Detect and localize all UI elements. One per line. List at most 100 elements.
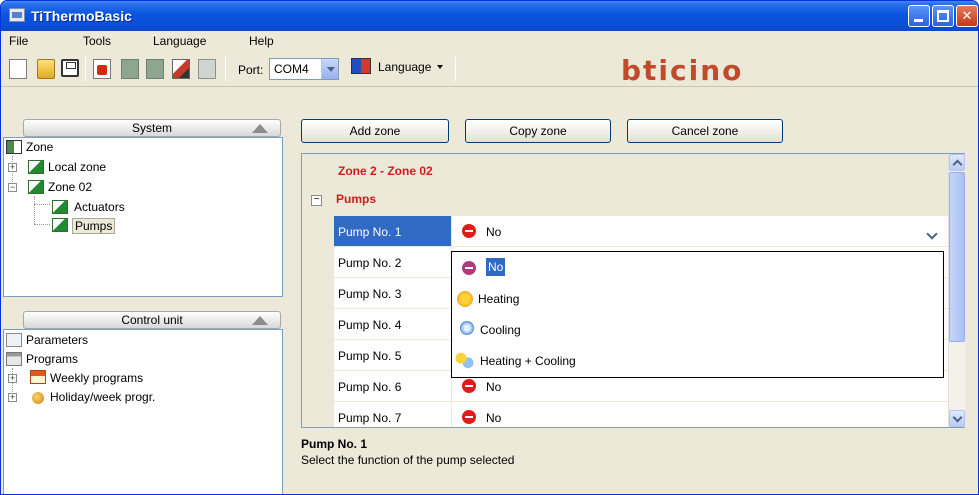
pump-name[interactable]: Pump No. 2	[334, 247, 452, 277]
menu-bar: File Tools Language Help	[1, 31, 978, 51]
tree-label: Parameters	[26, 333, 89, 347]
receive-config-icon[interactable]	[146, 59, 164, 79]
send-config-icon[interactable]	[121, 59, 139, 79]
scroll-thumb[interactable]	[949, 172, 965, 342]
delete-config-icon[interactable]	[93, 59, 111, 79]
expand-icon[interactable]: +	[8, 374, 17, 383]
collapse-up-icon[interactable]	[252, 124, 268, 133]
no-function-icon	[462, 410, 476, 424]
title-bar[interactable]: TiThermoBasic ✕	[1, 1, 978, 31]
port-value: COM4	[274, 62, 309, 76]
no-function-icon	[462, 379, 476, 393]
toolbar-separator	[225, 57, 226, 81]
left-pane: System Zone + Local zone − Zone 02 Actua…	[1, 87, 283, 494]
chevron-down-icon[interactable]	[321, 59, 338, 79]
system-tree: Zone + Local zone − Zone 02 Actuators Pu…	[3, 137, 283, 297]
collapse-icon[interactable]: −	[8, 183, 17, 192]
dropdown-option-heating[interactable]: Heating	[452, 283, 943, 314]
heating-cooling-icon	[455, 351, 475, 369]
zone-icon	[6, 140, 22, 154]
add-zone-button[interactable]: Add zone	[301, 119, 449, 143]
scroll-down-icon[interactable]	[949, 410, 965, 427]
collapse-category-icon[interactable]: −	[311, 195, 322, 206]
close-icon: ✕	[961, 8, 973, 23]
pump-value[interactable]: No	[486, 411, 501, 425]
language-flag-icon	[351, 58, 371, 74]
pump-function-dropdown[interactable]: No Heating Cooling Heating + Cooling	[451, 251, 944, 378]
pump-value[interactable]: No	[486, 380, 501, 394]
control-unit-tree: Parameters Programs + Weekly programs + …	[3, 329, 283, 494]
parameters-icon	[6, 333, 22, 347]
copy-zone-button[interactable]: Copy zone	[465, 119, 611, 143]
report-icon[interactable]	[198, 59, 216, 79]
expand-icon[interactable]: +	[8, 163, 17, 172]
menu-help[interactable]: Help	[249, 34, 274, 48]
window-title: TiThermoBasic	[31, 8, 132, 24]
menu-file[interactable]: File	[9, 34, 28, 48]
control-panel-header[interactable]: Control unit	[23, 311, 281, 329]
language-arrow-icon[interactable]	[437, 65, 443, 69]
system-panel-header[interactable]: System	[23, 119, 281, 137]
erase-device-icon[interactable]	[172, 59, 190, 79]
menu-tools[interactable]: Tools	[83, 34, 111, 48]
menu-language[interactable]: Language	[153, 34, 206, 48]
system-header-label: System	[131, 121, 172, 135]
category-title: Pumps	[336, 192, 377, 206]
option-label: No	[486, 258, 506, 276]
actuator-icon	[52, 200, 68, 214]
tree-label: Programs	[26, 352, 79, 366]
collapse-up-icon[interactable]	[252, 316, 268, 325]
description-panel: Pump No. 1 Select the function of the pu…	[301, 431, 965, 494]
dropdown-option-no[interactable]: No	[452, 252, 943, 283]
no-function-icon	[462, 261, 476, 275]
app-icon	[9, 8, 25, 22]
control-header-label: Control unit	[121, 313, 183, 327]
table-row[interactable]: Pump No. 7 No	[334, 402, 948, 427]
minimize-icon	[914, 19, 923, 22]
maximize-button[interactable]	[932, 5, 954, 27]
new-file-icon[interactable]	[9, 59, 27, 79]
close-button[interactable]: ✕	[956, 5, 978, 27]
tree-line	[34, 196, 35, 224]
table-row[interactable]: Pump No. 1 No	[334, 216, 948, 247]
pump-name[interactable]: Pump No. 4	[334, 309, 452, 339]
expand-icon[interactable]: +	[8, 393, 17, 402]
language-dropdown[interactable]: Language	[378, 60, 431, 74]
vertical-scrollbar[interactable]	[948, 154, 965, 427]
pump-name[interactable]: Pump No. 6	[334, 371, 452, 401]
no-function-icon	[462, 224, 476, 238]
minimize-button[interactable]	[908, 5, 930, 27]
dropdown-option-cooling[interactable]: Cooling	[452, 314, 943, 345]
tree-label: Actuators	[74, 200, 125, 214]
heating-sun-icon	[457, 291, 473, 307]
pump-icon	[52, 218, 68, 232]
tree-label-selected: Pumps	[72, 218, 116, 234]
chevron-down-icon[interactable]	[924, 221, 942, 243]
toolbar-separator	[85, 57, 86, 81]
pump-name[interactable]: Pump No. 3	[334, 278, 452, 308]
tree-label: Local zone	[48, 160, 107, 174]
maximize-icon	[937, 10, 949, 22]
cancel-zone-button[interactable]: Cancel zone	[627, 119, 783, 143]
toolbar: Port: COM4 Language bticino	[1, 51, 978, 87]
toolbar-separator	[455, 57, 456, 81]
zone-title: Zone 2 - Zone 02	[338, 164, 433, 178]
pump-name[interactable]: Pump No. 7	[334, 402, 452, 427]
scroll-up-icon[interactable]	[949, 154, 965, 171]
pump-name[interactable]: Pump No. 5	[334, 340, 452, 370]
port-label: Port:	[238, 63, 264, 77]
zone-module-icon	[28, 160, 44, 174]
pump-value[interactable]: No	[486, 225, 501, 239]
app-window: TiThermoBasic ✕ File Tools Language Help…	[0, 0, 979, 495]
tree-label: Zone	[26, 140, 54, 154]
brand-logo: bticino	[621, 54, 744, 87]
description-text: Select the function of the pump selected	[301, 453, 515, 467]
pump-name[interactable]: Pump No. 1	[334, 216, 452, 246]
option-label: Heating + Cooling	[480, 354, 576, 368]
cooling-snowflake-icon	[460, 321, 474, 335]
open-folder-icon[interactable]	[37, 59, 55, 79]
save-icon[interactable]	[61, 59, 79, 77]
port-select[interactable]: COM4	[269, 58, 339, 80]
description-title: Pump No. 1	[301, 437, 368, 451]
dropdown-option-heating-cooling[interactable]: Heating + Cooling	[452, 345, 943, 376]
